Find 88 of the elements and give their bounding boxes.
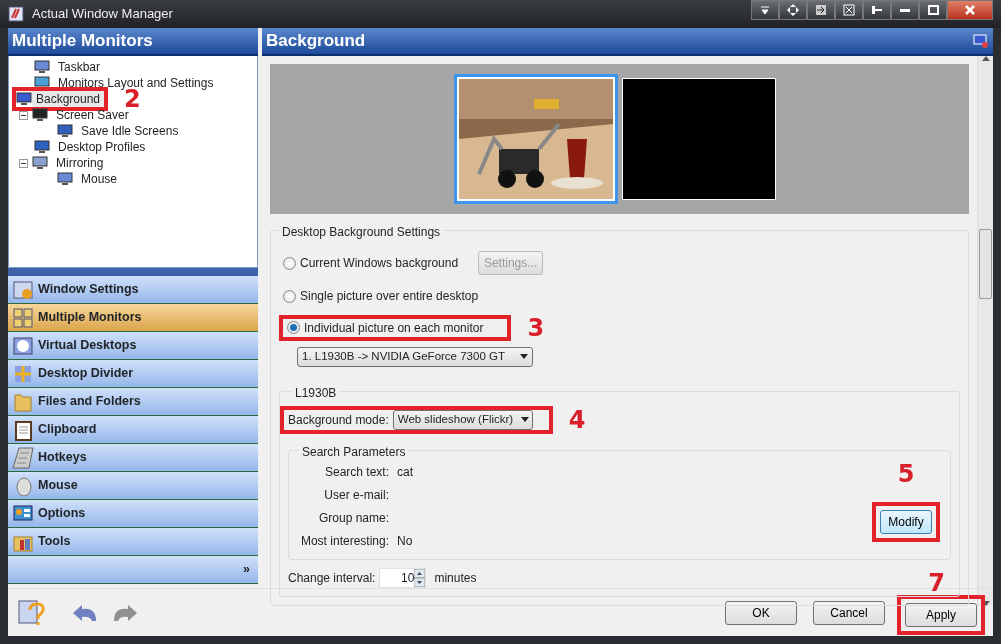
field-label: Change interval:	[288, 569, 376, 587]
nav-item[interactable]: Options	[8, 500, 258, 528]
nav-item[interactable]: Clipboard	[8, 416, 258, 444]
window-title: Actual Window Manager	[32, 5, 173, 24]
radio-label: Single picture over entire desktop	[300, 288, 479, 305]
tree-item[interactable]: Background	[32, 91, 105, 107]
dialog-button[interactable]: Cancel	[813, 600, 885, 625]
close-icon	[963, 3, 977, 17]
scroll-thumb[interactable]	[979, 228, 992, 299]
help-icon	[16, 597, 46, 628]
monitor-icon	[34, 60, 50, 74]
interval-spinner[interactable]: 10	[379, 567, 427, 588]
callout-number: 7	[928, 570, 945, 595]
expand-button[interactable]	[835, 0, 863, 20]
nav-item[interactable]: Files and Folders	[8, 388, 258, 416]
radio-label: Individual picture on each monitor	[304, 319, 484, 337]
tree-item[interactable]: Desktop Profiles	[54, 139, 150, 155]
maximize-button[interactable]	[919, 0, 947, 20]
radio-label: Current Windows background	[300, 255, 459, 272]
radio-option[interactable]: Individual picture on each monitor	[283, 318, 488, 337]
field-label: Most interesting:	[299, 532, 389, 550]
callout-number: 4	[568, 407, 586, 432]
panel-title: Multiple Monitors	[12, 30, 153, 53]
dropdown-value: Web slideshow (Flickr)	[397, 411, 514, 427]
tree-item[interactable]: Save Idle Screens	[77, 123, 183, 139]
tree-item[interactable]: Mouse	[77, 171, 122, 187]
monitor-icon	[57, 124, 73, 138]
nav-item[interactable]: Multiple Monitors	[8, 304, 258, 332]
callout-number: 3	[527, 315, 545, 340]
caret-icon	[521, 417, 530, 422]
tree-item[interactable]: Taskbar	[54, 59, 105, 75]
collapse-toggle[interactable]	[19, 158, 28, 168]
panel-title: Background	[266, 30, 366, 52]
spinner-value: 10	[400, 569, 415, 587]
nav-item[interactable]: Desktop Divider	[8, 360, 258, 388]
collapse-toggle[interactable]	[19, 110, 28, 120]
scrollbar[interactable]	[977, 55, 993, 606]
nav-item[interactable]: Hotkeys	[8, 444, 258, 472]
move-icon	[786, 3, 800, 17]
monitor-icon	[973, 32, 989, 49]
arrow-button[interactable]	[807, 0, 835, 20]
close-button[interactable]	[947, 0, 993, 20]
monitor-icon	[34, 140, 50, 154]
field-label: Group name:	[317, 509, 389, 527]
window-icon	[12, 278, 34, 301]
nav-item[interactable]: Virtual Desktops	[8, 332, 258, 360]
callout-number: 5	[897, 461, 915, 486]
modify-button[interactable]: Modify	[880, 509, 932, 534]
minimize-icon	[900, 8, 910, 12]
expand-icon	[842, 3, 856, 17]
field-value: cat	[397, 463, 413, 481]
monitor-icon	[32, 108, 48, 122]
caret-icon	[520, 354, 528, 359]
grid-icon	[12, 306, 34, 329]
up-arrow-icon	[981, 55, 990, 61]
field-label: Background mode:	[288, 411, 389, 429]
monitor-dropdown[interactable]: 1. L1930B -> NVIDIA GeForce 7300 GT	[297, 346, 533, 367]
monitor-icon	[32, 156, 48, 170]
mode-dropdown[interactable]: Web slideshow (Flickr)	[392, 409, 533, 430]
dropdown-button[interactable]	[751, 0, 779, 20]
arrow-icon	[814, 3, 828, 17]
field-value: No	[397, 532, 413, 550]
radio-option[interactable]: Single picture over entire desktop	[279, 287, 483, 305]
nav-item[interactable]: Mouse	[8, 472, 258, 500]
monitor-icon	[34, 76, 50, 90]
nav-item[interactable]: Window Settings	[8, 276, 258, 304]
monitor-icon	[57, 172, 73, 186]
tree-item[interactable]: Mirroring	[52, 155, 108, 171]
radio-option[interactable]: Current Windows background	[279, 254, 463, 272]
field-label: User e-mail:	[323, 486, 389, 504]
field-label: minutes	[434, 569, 477, 587]
more-items-button[interactable]: »	[243, 560, 250, 579]
monitor-icon	[16, 92, 32, 106]
dropdown-value: 1. L1930B -> NVIDIA GeForce 7300 GT	[302, 348, 506, 364]
field-label: Search text:	[323, 463, 389, 481]
monitor-icon	[12, 334, 34, 357]
splitter-handle[interactable]	[8, 268, 258, 276]
pin-button[interactable]	[863, 0, 891, 20]
maximize-icon	[926, 3, 940, 17]
clipboard-icon	[12, 418, 34, 441]
nav-item[interactable]: Tools	[8, 528, 258, 556]
move-button[interactable]	[779, 0, 807, 20]
minimize-button[interactable]	[891, 0, 919, 20]
dropdown-icon	[758, 3, 772, 17]
pin-icon	[870, 3, 884, 17]
dialog-button[interactable]: OK	[725, 600, 797, 625]
app-icon	[8, 6, 24, 22]
dialog-button[interactable]: Apply	[905, 602, 977, 627]
